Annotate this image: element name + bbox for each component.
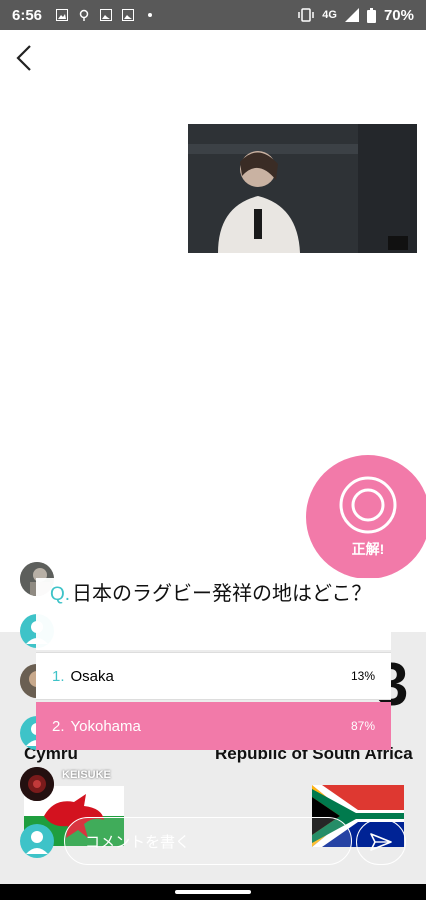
dot-icon bbox=[148, 13, 153, 17]
comment-placeholder: コメントを書く bbox=[85, 833, 191, 851]
quiz-question-card: Q. 日本のラグビー発祥の地はどこ？ bbox=[36, 578, 391, 650]
avatar-keisuke-image bbox=[20, 767, 54, 801]
avatar-keisuke[interactable] bbox=[20, 767, 54, 801]
screen: 6:56 4G 70% 3 Cymru Republic of South Af… bbox=[0, 0, 426, 900]
live-video[interactable] bbox=[188, 124, 417, 253]
option-label: Yokohama bbox=[70, 717, 141, 735]
network-label: 4G bbox=[322, 9, 337, 21]
image-icon bbox=[56, 9, 69, 21]
my-avatar[interactable] bbox=[20, 824, 54, 858]
user-icon-3 bbox=[26, 831, 48, 854]
correct-button[interactable]: 正解! bbox=[306, 455, 426, 579]
option-label: Osaka bbox=[70, 667, 114, 685]
quiz-question-text: 日本のラグビー発祥の地はどこ？ bbox=[72, 583, 372, 605]
question-mark-label: Q. bbox=[50, 584, 71, 605]
quiz-option-1[interactable]: 1. Osaka 13% bbox=[36, 652, 391, 700]
option-percent: 87% bbox=[350, 719, 375, 733]
video-frame bbox=[188, 124, 417, 253]
send-button[interactable] bbox=[356, 819, 406, 865]
status-right: 4G 70% bbox=[290, 7, 414, 24]
option-number: 1. bbox=[52, 667, 65, 685]
battery-icon bbox=[366, 7, 376, 23]
signal-icon bbox=[344, 8, 359, 22]
status-bar: 6:56 4G 70% bbox=[0, 0, 426, 30]
comment-username: KEISUKE bbox=[62, 769, 111, 781]
home-handle[interactable] bbox=[175, 890, 251, 894]
option-number: 2. bbox=[52, 717, 65, 735]
quiz-option-2[interactable]: 2. Yokohama 87% bbox=[36, 702, 391, 750]
gallery-icon bbox=[100, 9, 113, 21]
battery-percent: 70% bbox=[383, 6, 414, 24]
correct-label: 正解! bbox=[351, 541, 385, 557]
circle-icon bbox=[339, 476, 397, 534]
location-icon bbox=[79, 9, 89, 21]
vibrate-icon bbox=[298, 8, 315, 22]
option-percent: 13% bbox=[350, 669, 375, 683]
gallery-icon-2 bbox=[122, 9, 135, 21]
send-icon bbox=[370, 833, 392, 851]
status-time: 6:56 bbox=[12, 6, 43, 24]
chevron-left-icon[interactable] bbox=[10, 40, 40, 76]
comment-input[interactable]: コメントを書く bbox=[64, 817, 352, 865]
